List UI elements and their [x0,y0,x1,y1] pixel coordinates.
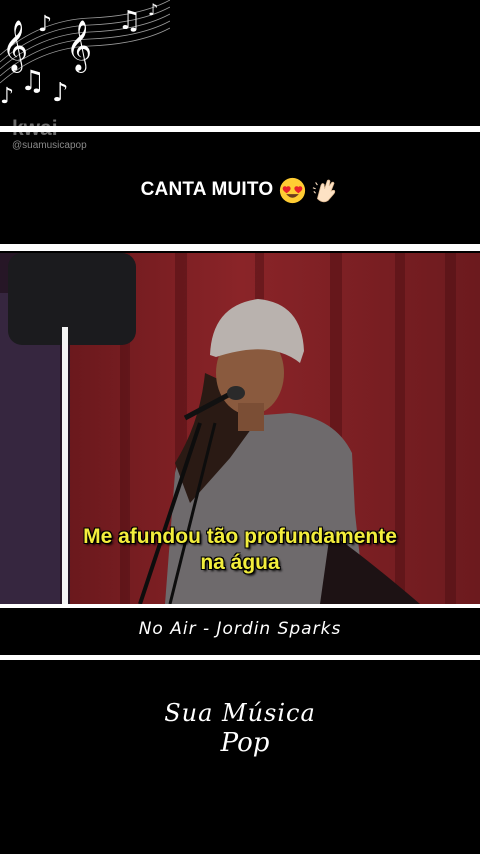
clapping-hands-icon [313,179,336,202]
kwai-handle: @suamusicapop [12,140,87,151]
subtitle-line-1: Me afundou tão profundamente [83,525,397,548]
heart-eyes-face-icon [280,177,306,203]
caption-text: CANTA MUITO [140,179,274,200]
caption: CANTA MUITO [0,170,480,210]
kwai-watermark: kwai @suamusicapop [12,118,87,152]
divider-below-title [0,655,480,660]
brand-line-1: Sua Música [164,699,316,727]
subtitle-line-2: na água [200,551,280,574]
divider-below-video [0,604,480,608]
brand-signature: Sua Música Pop [160,698,320,758]
brand-line-2: Pop [220,728,270,758]
video-frame[interactable]: Me afundou tão profundamente na água [0,253,480,604]
song-title: No Air - Jordin Sparks [138,619,342,639]
music-notes-icon: 𝄞 𝄞 ♪ ♫ ♫ ♪ ♪ ♪ [0,0,171,120]
divider-top [0,126,480,132]
divider-above-video [0,244,480,251]
